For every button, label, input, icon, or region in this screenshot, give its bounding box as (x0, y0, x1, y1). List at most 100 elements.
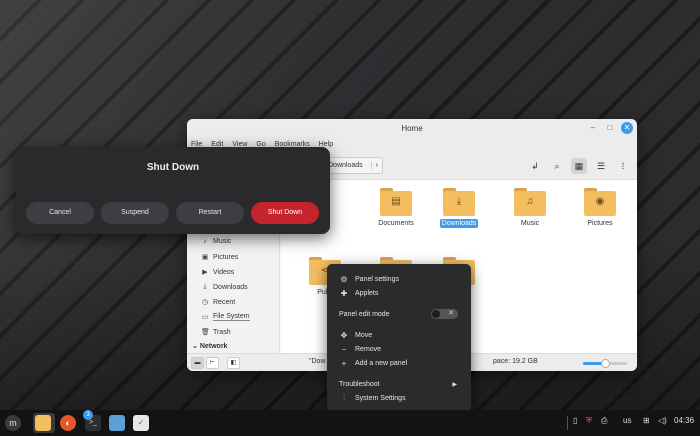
dialog-title: Shut Down (146, 162, 200, 173)
plus-icon: + (341, 358, 347, 368)
sidebar-item-label: File System (213, 313, 250, 321)
status-selection: "Dow (309, 358, 326, 365)
terminal-window-count: 3 (83, 410, 93, 420)
places-pane-icon[interactable]: ▬ (191, 357, 204, 369)
menu-item-label: Remove (355, 345, 382, 353)
breadcrumb[interactable]: Downloads › (325, 157, 383, 174)
taskbar-software-manager[interactable] (107, 413, 127, 433)
menu-item-troubleshoot[interactable]: Troubleshoot ▶ (327, 377, 471, 391)
file-label: Pictures (587, 220, 613, 227)
menu-item-system-settings[interactable]: ⫶ System Settings (327, 391, 471, 405)
taskbar-firefox[interactable]: ◐ (58, 413, 78, 433)
network-icon[interactable]: ⊞ (643, 416, 650, 425)
file-label: Documents (378, 220, 414, 227)
file-item-documents[interactable]: ▤ Documents (368, 188, 424, 227)
grid-view-icon[interactable]: ▦ (571, 158, 587, 174)
suspend-button[interactable]: Suspend (101, 202, 169, 224)
restart-button[interactable]: Restart (176, 202, 244, 224)
close-icon[interactable]: ✕ (621, 122, 633, 134)
zoom-slider[interactable] (583, 359, 627, 368)
window-title: Home (401, 124, 423, 133)
menu-item-remove[interactable]: − Remove (327, 342, 471, 356)
menu-item-label: Add a new panel (355, 359, 408, 367)
file-item-pictures[interactable]: ◉ Pictures (572, 188, 628, 227)
menu-item-label: Panel edit mode (339, 310, 390, 318)
video-icon: ▶ (202, 269, 208, 276)
taskbar-update-manager[interactable]: ✓ (131, 413, 151, 433)
sidebar-item-label: Music (213, 238, 232, 245)
move-icon: ✥ (340, 330, 348, 340)
minimize-icon[interactable]: – (587, 122, 599, 134)
panel-edit-mode-toggle[interactable]: ✕ (431, 309, 458, 319)
volume-icon[interactable]: ◁) (658, 416, 667, 425)
compact-view-icon[interactable]: ⁞ (615, 158, 631, 174)
sidebar-item-label: Pictures (213, 253, 239, 261)
breadcrumb-current[interactable]: Downloads (326, 162, 371, 169)
sidebar-item-downloads[interactable]: ⤓ Downloads (201, 283, 247, 291)
taskbar (0, 410, 700, 436)
sidebar-item-label: Videos (213, 268, 235, 276)
file-label: Downloads (439, 219, 479, 228)
menu-item-label: Troubleshoot (339, 380, 380, 388)
menu-item-add-panel[interactable]: + Add a new panel (327, 356, 471, 370)
document-icon: ▤ (391, 196, 401, 207)
file-item-downloads[interactable]: ⤓ Downloads (431, 188, 487, 228)
sidebar-item-label: Trash (213, 328, 231, 336)
printer-icon[interactable]: ⎙ (601, 416, 607, 426)
open-terminal-icon[interactable]: ↲ (527, 158, 543, 174)
sidebar-item-file-system[interactable]: ▭ File System (201, 313, 250, 321)
toggle-knob (432, 310, 440, 318)
toggle-off-icon: ✕ (448, 310, 454, 317)
sidebar-item-recent[interactable]: ◷ Recent (201, 298, 236, 307)
tree-pane-icon[interactable]: ⊢ (206, 357, 219, 369)
puzzle-icon: ✚ (340, 288, 348, 298)
menu-item-label: Panel settings (355, 275, 399, 283)
sidebar-item-pictures[interactable]: ▣ Pictures (201, 253, 239, 262)
chevron-right-icon[interactable]: › (370, 162, 382, 169)
shield-icon[interactable]: ⛨ (586, 416, 592, 426)
shutdown-dialog: Shut Down Cancel Suspend Restart Shut Do… (16, 147, 330, 234)
menu-item-panel-settings[interactable]: ⚙ Panel settings (327, 272, 471, 286)
sidebar-item-label: Recent (213, 298, 236, 306)
notes-icon[interactable]: ▯ (573, 416, 577, 425)
sidebar-item-videos[interactable]: ▶ Videos (201, 268, 235, 277)
menu-item-applets[interactable]: ✚ Applets (327, 286, 471, 300)
sidebar-section-network[interactable]: ⌄ Network (192, 342, 227, 350)
minus-icon: − (341, 344, 347, 354)
tray-separator (567, 416, 568, 430)
sidebar-heading: Network (199, 343, 228, 350)
shutdown-button[interactable]: Shut Down (251, 202, 319, 224)
drive-icon: ▭ (201, 314, 209, 321)
file-item-music[interactable]: ♫ Music (502, 188, 558, 227)
update-shield-icon: ✓ (133, 415, 149, 431)
music-note-icon: ♪ (203, 238, 207, 245)
title-bar[interactable]: Home – □ ✕ (187, 119, 637, 138)
menu-item-move[interactable]: ✥ Move (327, 328, 471, 342)
chevron-down-icon[interactable]: ⌄ (192, 343, 198, 350)
trash-icon: 🗑 (201, 329, 210, 336)
gear-icon: ⚙ (340, 274, 348, 284)
zoom-slider-handle[interactable] (601, 359, 610, 368)
menu-item-panel-edit-mode[interactable]: Panel edit mode ✕ (327, 307, 471, 321)
music-note-icon: ♫ (526, 196, 534, 207)
status-free-space: pace: 19.2 GB (493, 358, 538, 365)
toggle-sidebar-icon[interactable]: ◧ (227, 357, 240, 369)
menu-item-label: Move (355, 331, 373, 339)
software-icon (109, 415, 125, 431)
start-menu-button[interactable]: m (3, 413, 23, 433)
image-icon: ▣ (201, 254, 209, 261)
search-icon[interactable]: ⌕ (549, 158, 565, 174)
clock[interactable]: 04:36 (674, 416, 694, 425)
panel-context-menu: ⚙ Panel settings ✚ Applets Panel edit mo… (327, 264, 471, 412)
maximize-icon[interactable]: □ (604, 122, 616, 134)
clock-icon: ◷ (201, 299, 209, 306)
camera-icon: ◉ (595, 196, 605, 207)
keyboard-layout[interactable]: us (623, 416, 631, 425)
list-view-icon[interactable]: ☰ (593, 158, 609, 174)
sidebar-item-trash[interactable]: 🗑 Trash (201, 328, 231, 337)
taskbar-file-manager[interactable] (33, 413, 55, 433)
cancel-button[interactable]: Cancel (26, 202, 94, 224)
sidebar-item-music[interactable]: ♪ Music (201, 238, 231, 245)
submenu-arrow-icon: ▶ (452, 381, 457, 388)
file-label: Music (520, 220, 540, 227)
